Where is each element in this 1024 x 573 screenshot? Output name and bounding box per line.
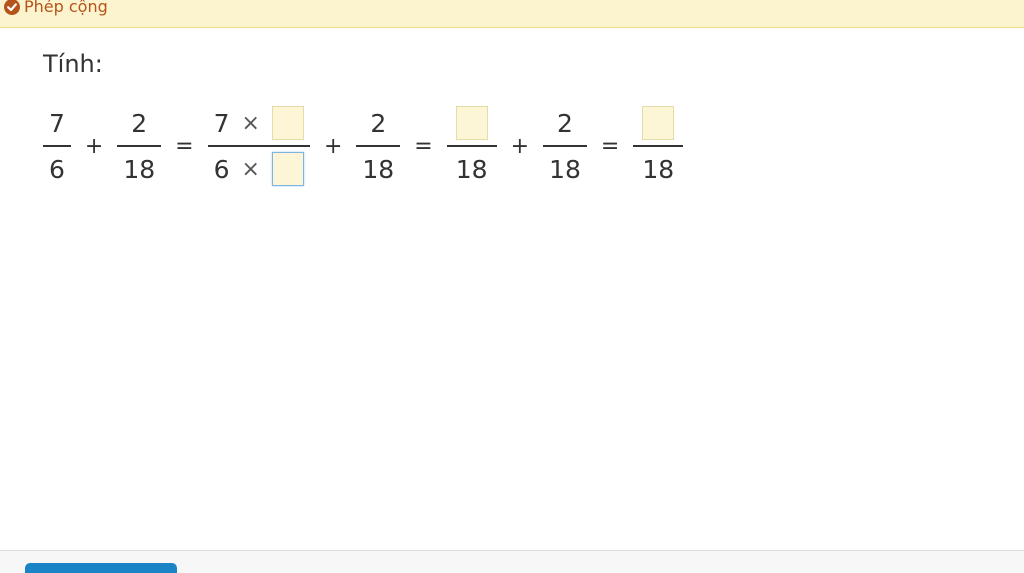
numerator: 7 — [49, 108, 65, 138]
denominator: 6 — [49, 154, 65, 184]
submit-button[interactable] — [25, 563, 177, 573]
fraction-4: 2 18 — [356, 101, 401, 191]
denominator: 6 × — [208, 147, 310, 191]
numerator: 7 × — [208, 101, 310, 145]
denominator-value: 6 — [213, 154, 230, 184]
check-circle-icon — [4, 0, 20, 15]
times-sign: × — [241, 110, 260, 136]
topic-title: Phép cộng — [24, 0, 108, 16]
fraction-1: 7 6 — [43, 101, 71, 191]
topic-banner: Phép cộng — [0, 0, 1024, 28]
plus-sign: + — [510, 133, 530, 159]
numerator — [450, 101, 494, 145]
result-numerator-input[interactable] — [642, 106, 675, 140]
topic-label: Phép cộng — [4, 0, 108, 16]
fraction-2: 2 18 — [117, 101, 162, 191]
denominator: 18 — [642, 154, 675, 184]
fraction-3-expanded: 7 × 6 × — [207, 101, 310, 191]
numerator: 2 — [557, 108, 573, 138]
numerator-input[interactable] — [455, 106, 488, 140]
denominator-multiplier-input[interactable] — [271, 152, 304, 186]
fraction-6: 2 18 — [543, 101, 587, 191]
denominator: 18 — [362, 154, 395, 184]
times-sign: × — [241, 156, 260, 182]
numerator: 2 — [370, 108, 387, 138]
equals-sign: = — [414, 133, 433, 159]
numerator-value: 7 — [213, 108, 230, 138]
fraction-equation: 7 6 + 2 18 = 7 × 6 × + 2 18 = 18 + 2 18 … — [43, 100, 684, 192]
numerator — [636, 101, 680, 145]
denominator: 18 — [549, 154, 581, 184]
numerator-multiplier-input[interactable] — [271, 106, 304, 140]
question-prompt: Tính: — [43, 50, 103, 78]
equals-sign: = — [600, 133, 620, 159]
denominator: 18 — [123, 154, 156, 184]
plus-sign: + — [84, 133, 104, 159]
fraction-5: 18 — [446, 101, 497, 191]
denominator: 18 — [455, 154, 488, 184]
fraction-result: 18 — [633, 101, 684, 191]
equals-sign: = — [175, 133, 194, 159]
numerator: 2 — [131, 108, 148, 138]
plus-sign: + — [323, 133, 343, 159]
